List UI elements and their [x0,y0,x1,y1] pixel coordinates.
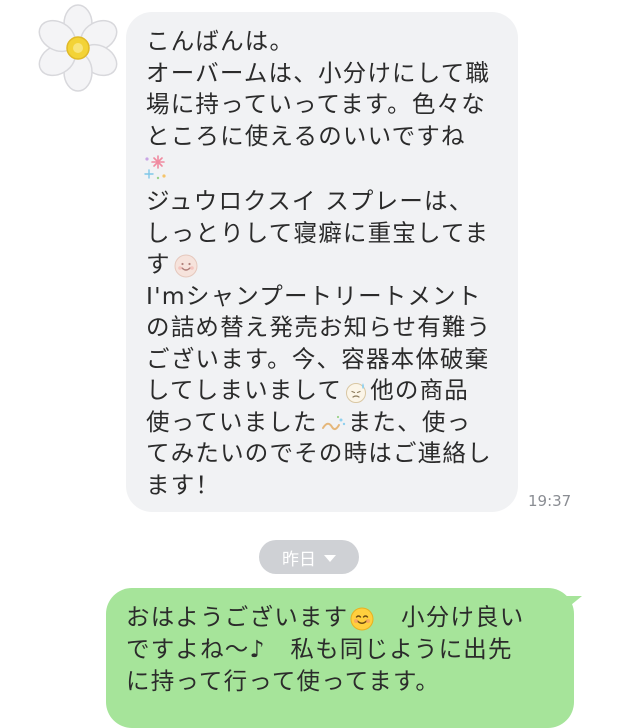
message-text: 使っていました [146,407,318,436]
message-text: また、使っ [347,407,472,436]
message-line: I'mシャンプートリートメント [146,281,482,310]
sweat-face-icon [346,382,367,403]
outgoing-message-bubble[interactable]: おはようございます 小分け良い ですよね〜♪ 私も同じように出先 に持って行って… [106,588,574,728]
message-line-with-emoji: 使っていました また、使っ [146,407,504,439]
message-line: てみたいのでその時はご連絡し [146,439,492,467]
message-text: 小分け良い [376,603,525,631]
message-line: ジュウロクスイ スプレーは、 [146,187,474,215]
message-timestamp: 19:37 [528,492,572,510]
message-line: に持って行って使ってます。 [126,667,441,695]
message-line-with-emoji: おはようございます 小分け良い [126,601,558,633]
message-line: こんばんは。 [146,27,295,55]
date-label: 昨日 [282,549,316,570]
sparkle-icon [144,155,166,180]
message-line: ます！ [146,470,221,499]
message-line: ございます。今、容器本体破棄 [146,344,490,373]
message-line: ところに使えるのいいですね [146,121,466,150]
message-line: 場に持っていってます。色々な [146,90,486,118]
message-text: してしまいまして [146,376,343,404]
message-line: しっとりして寝癖に重宝してま [146,218,490,247]
sparkle-emoji-line [144,152,504,186]
message-line-with-emoji: してしまいまして 他の商品 [146,375,504,407]
message-line: ですよね〜♪ 私も同じように出先 [126,635,513,663]
avatar[interactable] [34,4,122,92]
message-line: オーバームは、小分けにして職 [146,58,491,87]
smile-face-icon [174,254,198,277]
wave-icon [321,415,345,431]
chevron-down-icon [324,554,336,562]
smiling-face-icon [350,607,374,630]
message-line: の詰め替え発売お知らせ有難う [146,313,492,341]
message-text: おはようございます [126,603,349,631]
incoming-message-bubble[interactable]: こんばんは。 オーバームは、小分けにして職 場に持っていってます。色々な ところ… [126,12,518,512]
message-text: す [146,250,171,278]
date-separator-pill[interactable]: 昨日 [259,540,359,574]
white-daisy-flower-icon [38,4,118,92]
message-line-with-emoji: す [146,249,504,281]
message-text: 他の商品 [370,376,470,404]
